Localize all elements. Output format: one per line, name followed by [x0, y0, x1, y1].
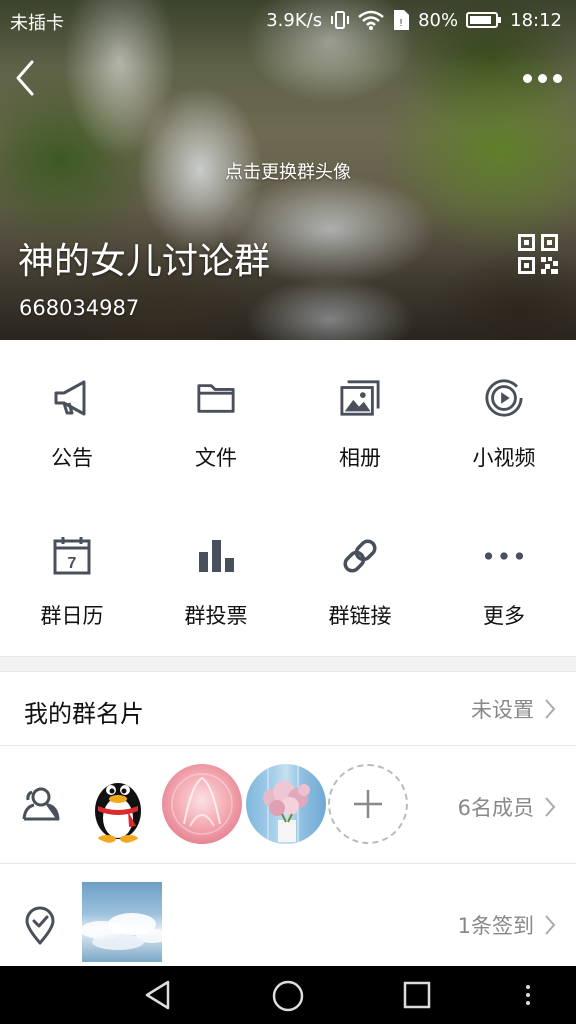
calendar-icon: 7	[52, 536, 92, 576]
circle-home-icon	[272, 980, 304, 1012]
group-name: 神的女儿讨论群	[18, 241, 271, 282]
vertical-dots-icon	[526, 985, 530, 1005]
album-icon	[340, 378, 380, 418]
my-group-card-title: 我的群名片	[24, 700, 144, 728]
nav-recents-button[interactable]	[402, 979, 432, 1015]
clock-time: 18:12	[510, 9, 562, 31]
more-dots-icon	[522, 73, 532, 83]
function-label: 公告	[51, 446, 93, 470]
nav-back-button[interactable]	[142, 979, 174, 1015]
member-count: 6名成员	[457, 796, 534, 820]
video-icon	[484, 378, 524, 418]
function-files[interactable]: 文件	[144, 340, 288, 498]
back-arrow-icon	[16, 60, 34, 96]
plus-icon	[354, 790, 382, 818]
location-check-icon	[25, 906, 55, 945]
nav-menu-button[interactable]	[520, 979, 536, 1015]
network-speed: 3.9K/s	[266, 9, 323, 31]
add-member-button[interactable]	[328, 764, 408, 844]
function-label: 群日历	[40, 604, 104, 628]
square-recents-icon	[403, 981, 431, 1009]
members-icon	[22, 787, 60, 821]
more-dots-icon	[552, 73, 562, 83]
abstract-avatar-image	[171, 773, 233, 835]
function-label: 群投票	[184, 604, 248, 628]
more-dots-icon	[537, 73, 547, 83]
my-group-card-row[interactable]: 我的群名片 未设置	[0, 672, 576, 746]
folder-icon	[196, 378, 236, 418]
more-horizontal-icon	[484, 536, 524, 576]
checkin-row[interactable]: 1条签到	[0, 864, 576, 966]
calendar-day: 7	[68, 555, 77, 572]
triangle-back-icon	[145, 980, 170, 1010]
checkin-photo-thumbnail[interactable]	[82, 882, 162, 962]
function-label: 小视频	[472, 446, 536, 470]
qr-code-icon	[518, 234, 558, 274]
chevron-right-icon	[545, 699, 556, 719]
link-icon	[340, 536, 380, 576]
function-label: 相册	[339, 446, 381, 470]
sky-clouds-image	[82, 913, 162, 950]
battery-percent: 80%	[418, 9, 459, 31]
function-calendar[interactable]: 7 群日历	[0, 498, 144, 656]
function-link[interactable]: 群链接	[288, 498, 432, 656]
my-group-card-value: 未设置	[471, 698, 534, 722]
bar-chart-icon	[196, 536, 236, 576]
member-avatar[interactable]	[78, 764, 158, 844]
svg-text:!: !	[400, 18, 403, 29]
back-button[interactable]	[10, 58, 46, 98]
function-label: 更多	[483, 604, 525, 628]
flower-avatar-image	[263, 764, 310, 844]
members-row[interactable]: 6名成员	[0, 746, 576, 864]
member-avatar[interactable]	[162, 764, 242, 844]
function-announcement[interactable]: 公告	[0, 340, 144, 498]
vibrate-icon	[330, 9, 350, 31]
chevron-right-icon	[545, 797, 556, 817]
system-navigation-bar	[0, 966, 576, 1024]
change-avatar-hint[interactable]: 点击更换群头像	[0, 158, 576, 184]
penguin-avatar-icon	[78, 764, 158, 844]
status-bar: 未插卡 3.9K/s ! 80% 18:12	[0, 0, 576, 40]
function-vote[interactable]: 群投票	[144, 498, 288, 656]
megaphone-icon	[52, 378, 92, 418]
nav-home-button[interactable]	[271, 979, 305, 1017]
group-id: 668034987	[19, 296, 140, 320]
sim-icon: !	[392, 9, 410, 31]
function-more[interactable]: 更多	[432, 498, 576, 656]
member-avatar[interactable]	[246, 764, 326, 844]
function-album[interactable]: 相册	[288, 340, 432, 498]
function-short-video[interactable]: 小视频	[432, 340, 576, 498]
battery-icon	[466, 11, 502, 29]
carrier-label: 未插卡	[10, 13, 64, 34]
more-options-button[interactable]	[522, 66, 562, 90]
wifi-icon	[358, 10, 384, 30]
qr-code-button[interactable]	[518, 234, 558, 274]
function-label: 文件	[195, 446, 237, 470]
checkin-count: 1条签到	[457, 914, 534, 938]
section-divider	[0, 656, 576, 672]
chevron-right-icon	[545, 915, 556, 935]
function-grid: 公告 文件 相册 小视频 7 群日历 群投票 群链接 更多	[0, 340, 576, 656]
function-label: 群链接	[328, 604, 392, 628]
